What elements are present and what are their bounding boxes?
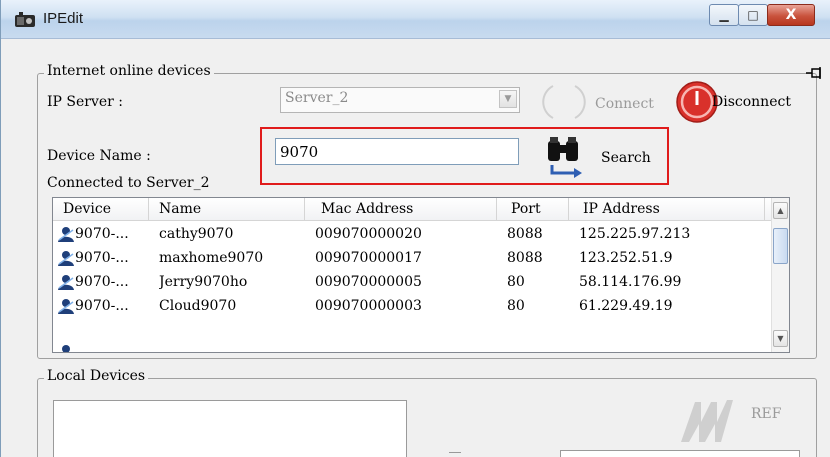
cell-port: 80: [507, 274, 525, 290]
column-header-port[interactable]: Port: [497, 198, 569, 220]
device-user-icon: [58, 227, 74, 242]
cell-device: 9070-...: [75, 226, 129, 242]
cell-mac: 009070000003: [315, 298, 422, 314]
device-list[interactable]: Device Name Mac Address Port IP Address …: [52, 197, 790, 353]
refresh-icon[interactable]: [677, 392, 737, 446]
local-devices-list[interactable]: [53, 400, 407, 457]
cell-name: cathy9070: [159, 226, 234, 242]
cell-ip: 61.229.49.19: [579, 298, 673, 314]
device-user-icon: [58, 275, 74, 290]
cell-port: 80: [507, 298, 525, 314]
local-ip-field[interactable]: [560, 450, 800, 457]
scroll-thumb[interactable]: [773, 228, 788, 264]
cell-ip: 125.225.97.213: [579, 226, 691, 242]
column-header-device[interactable]: Device: [53, 198, 149, 220]
search-button-label[interactable]: Search: [601, 150, 651, 166]
device-user-icon: [58, 251, 74, 266]
maximize-icon: □: [747, 8, 759, 22]
cell-mac: 009070000020: [315, 226, 422, 242]
table-row[interactable]: 9070-... Jerry9070ho 009070000005 80 58.…: [53, 270, 789, 294]
ref-button-label[interactable]: REF: [751, 406, 781, 422]
cell-name: Cloud9070: [159, 298, 237, 314]
device-name-input[interactable]: [275, 138, 519, 165]
maximize-button[interactable]: □: [738, 4, 768, 26]
device-list-header: Device Name Mac Address Port IP Address: [53, 198, 789, 221]
close-button[interactable]: X: [767, 4, 815, 26]
cell-device: 9070-...: [75, 298, 129, 314]
minimize-icon: ▁: [719, 8, 729, 22]
connect-button-label[interactable]: Connect: [595, 96, 654, 112]
table-row[interactable]: 9070-... maxhome9070 009070000017 8088 1…: [53, 246, 789, 270]
minimize-button[interactable]: ▁: [709, 4, 739, 26]
ipedit-window: IPEdit ▁ □ X Internet online devices IP …: [0, 0, 830, 457]
local-partial-marker: [449, 452, 461, 457]
ip-server-label: IP Server :: [47, 94, 124, 110]
device-list-scrollbar[interactable]: ▲ ▼: [771, 198, 789, 352]
scroll-down-icon[interactable]: ▼: [773, 330, 788, 347]
title-bar[interactable]: IPEdit ▁ □ X: [1, 0, 830, 39]
connected-status-label: Connected to Server_2: [47, 175, 210, 191]
cell-mac: 009070000017: [315, 250, 422, 266]
close-icon: X: [785, 7, 797, 23]
app-icon: [15, 12, 35, 27]
device-name-field[interactable]: [276, 139, 518, 164]
table-row[interactable]: 9070-... cathy9070 009070000020 8088 125…: [53, 222, 789, 246]
device-user-icon: [58, 299, 74, 314]
pin-icon[interactable]: [806, 66, 824, 80]
internet-devices-legend: Internet online devices: [44, 63, 214, 79]
local-devices-legend: Local Devices: [44, 368, 149, 384]
window-title: IPEdit: [43, 10, 84, 27]
cell-port: 8088: [507, 250, 543, 266]
cell-mac: 009070000005: [315, 274, 422, 290]
cell-ip: 58.114.176.99: [579, 274, 682, 290]
column-header-mac[interactable]: Mac Address: [305, 198, 497, 220]
ip-server-value: Server_2: [285, 90, 349, 106]
cell-port: 8088: [507, 226, 543, 242]
disconnect-button-label[interactable]: Disconnect: [712, 94, 791, 110]
cell-device: 9070-...: [75, 250, 129, 266]
column-header-ip[interactable]: IP Address: [569, 198, 765, 220]
device-name-label: Device Name :: [47, 148, 151, 164]
binoculars-icon[interactable]: [544, 135, 588, 179]
cell-device: 9070-...: [75, 274, 129, 290]
cell-name: maxhome9070: [159, 250, 264, 266]
window-controls: ▁ □ X: [709, 4, 815, 26]
column-header-name[interactable]: Name: [149, 198, 305, 220]
cell-name: Jerry9070ho: [159, 274, 248, 290]
connect-icon[interactable]: [539, 82, 589, 122]
scroll-up-icon[interactable]: ▲: [773, 202, 788, 219]
table-row[interactable]: 9070-... Cloud9070 009070000003 80 61.22…: [53, 294, 789, 318]
cell-ip: 123.252.51.9: [579, 250, 673, 266]
device-user-icon: [62, 345, 70, 352]
ip-server-select[interactable]: Server_2 ▼: [280, 87, 520, 113]
table-row-partial[interactable]: [53, 318, 789, 352]
chevron-down-icon[interactable]: ▼: [499, 90, 517, 108]
